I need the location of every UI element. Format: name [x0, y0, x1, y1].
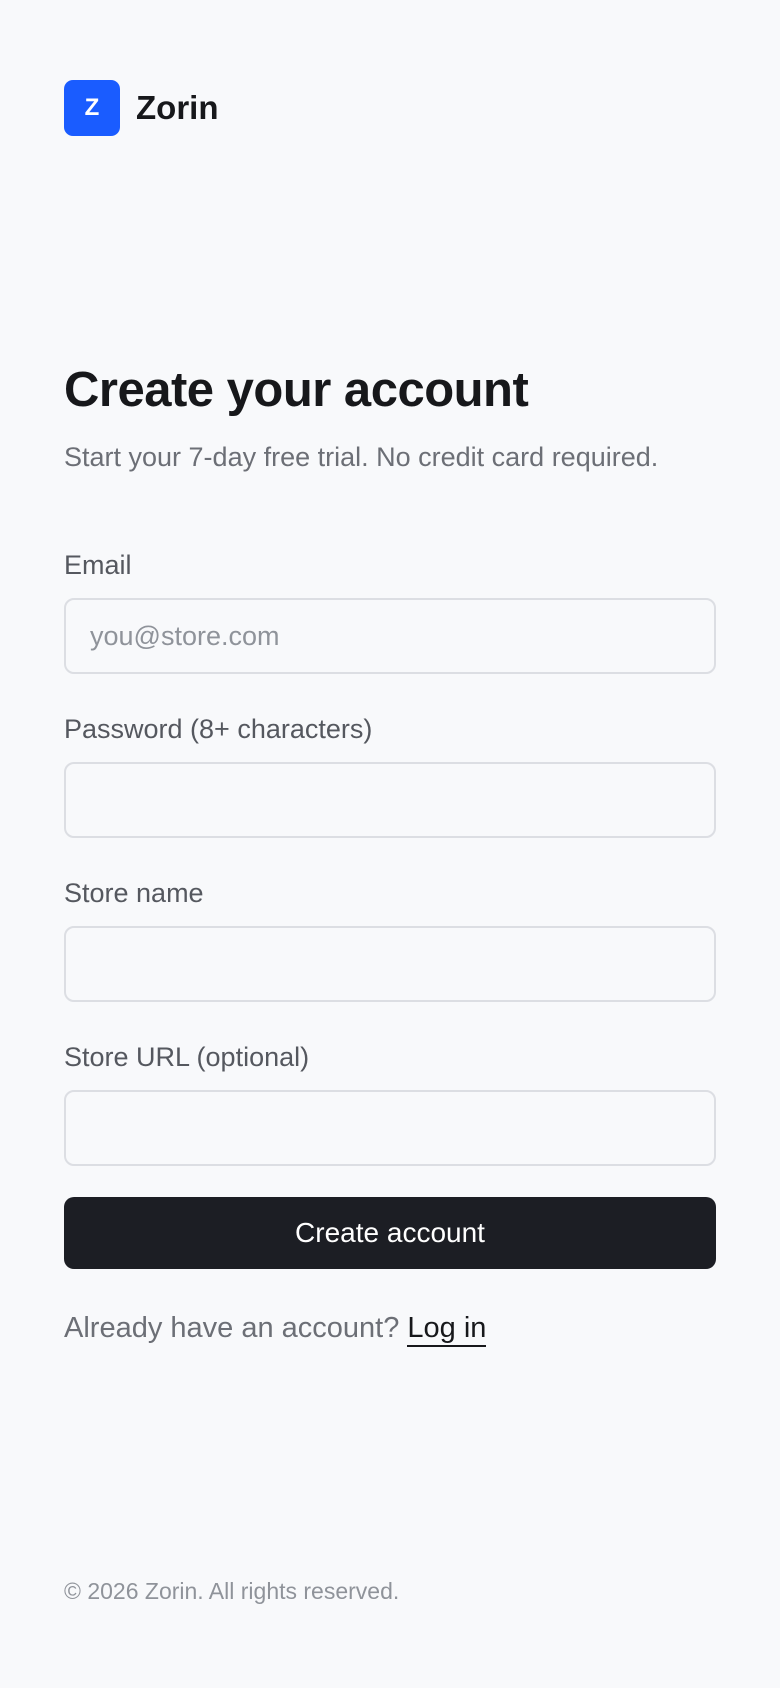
page-title: Create your account [64, 363, 529, 417]
email-label: Email [64, 550, 132, 580]
brand-logo-letter: Z [84, 94, 100, 121]
signup-page: Z Zorin Create your account Start your 7… [0, 0, 780, 1688]
brand-logo-icon: Z [64, 80, 120, 136]
login-link[interactable]: Log in [407, 1312, 487, 1347]
page-subtitle: Start your 7-day free trial. No credit c… [64, 442, 659, 472]
email-field[interactable] [64, 598, 716, 674]
store-url-label: Store URL (optional) [64, 1042, 310, 1072]
store-name-field[interactable] [64, 926, 716, 1002]
password-field[interactable] [64, 762, 716, 838]
password-label: Password (8+ characters) [64, 714, 373, 744]
brand: Z Zorin [64, 80, 218, 136]
login-prompt-row: Already have an account? Log in [64, 1312, 487, 1347]
footer-copyright: © 2026 Zorin. All rights reserved. [64, 1578, 400, 1604]
login-prompt-text: Already have an account? [64, 1312, 400, 1344]
store-url-field[interactable] [64, 1090, 716, 1166]
create-account-button[interactable]: Create account [64, 1197, 716, 1269]
brand-name: Zorin [136, 89, 219, 126]
store-name-label: Store name [64, 878, 204, 908]
